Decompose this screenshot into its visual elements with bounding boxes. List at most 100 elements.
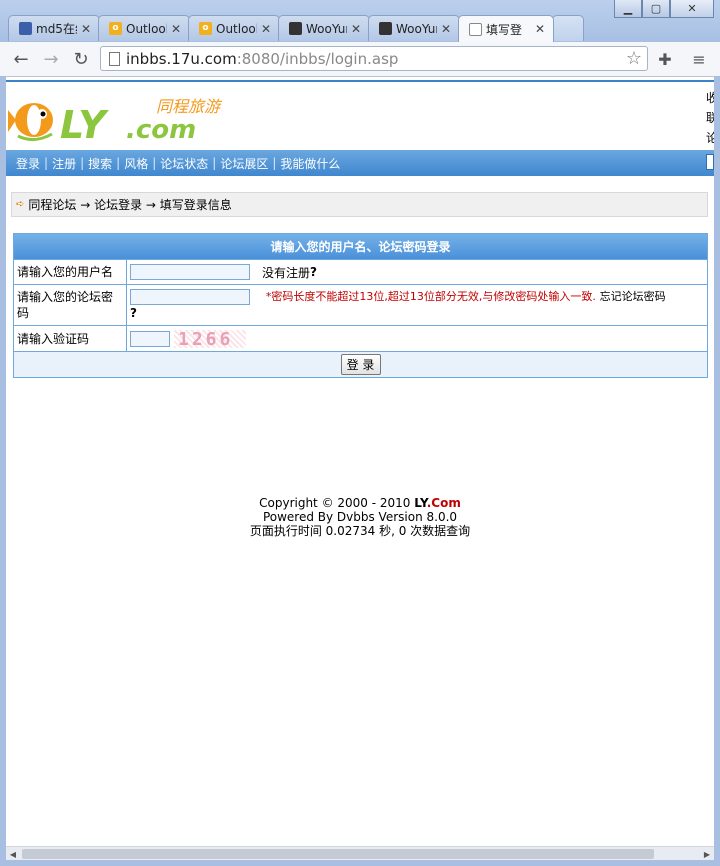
maximize-icon[interactable]: ▢: [642, 0, 670, 18]
footer-brand-ly[interactable]: LY: [414, 496, 426, 510]
minimize-icon[interactable]: ▁: [614, 0, 642, 18]
tab-outlook-1[interactable]: o Outlook ✕: [98, 15, 190, 41]
logo-com-text: .com: [126, 115, 196, 145]
tab-wooyun-1[interactable]: WooYun ✕: [278, 15, 370, 41]
login-form-title: 请输入您的用户名、论坛密码登录: [14, 234, 707, 259]
nav-search[interactable]: 搜索: [88, 155, 112, 172]
forum-nav-bar: 登录 | 注册 | 搜索 | 风格 | 论坛状态 | 论坛展区 | 我能做什么: [6, 150, 714, 176]
tab-close-icon[interactable]: ✕: [261, 22, 271, 36]
footer-brand-com[interactable]: .Com: [427, 496, 461, 510]
back-arrow-icon[interactable]: ←: [10, 48, 32, 70]
tab-login-active[interactable]: 填写登 ✕: [458, 15, 554, 42]
wooyun-icon: [379, 22, 392, 35]
tab-close-icon[interactable]: ✕: [351, 22, 361, 36]
new-tab-button[interactable]: [552, 15, 584, 41]
window-frame-right: [714, 76, 720, 866]
tab-close-icon[interactable]: ✕: [171, 22, 181, 36]
tab-close-icon[interactable]: ✕: [441, 22, 451, 36]
window-frame-bottom: [0, 860, 720, 866]
outlook-icon: o: [109, 22, 122, 35]
arrow-right-icon: ➪: [16, 199, 25, 210]
tab-close-icon[interactable]: ✕: [535, 22, 545, 36]
tab-wooyun-2[interactable]: WooYun ✕: [368, 15, 460, 41]
page-viewport: LY .com 同程旅游 收 联 论 登录 | 注册 | 搜索 | 风格 | 论…: [6, 80, 714, 850]
browser-titlebar: ▁ ▢ ✕ md5在线 ✕ o Outlook ✕ o Outlook ✕ Wo…: [0, 0, 720, 42]
breadcrumb: ➪ 同程论坛 → 论坛登录 → 填写登录信息: [11, 192, 708, 217]
browser-toolbar: ← → ↻ inbbs.17u.com:8080/inbbs/login.asp…: [0, 42, 720, 77]
captcha-input[interactable]: [130, 330, 170, 347]
logo-ly-text: LY: [60, 103, 109, 146]
horizontal-scrollbar[interactable]: ◀ ▶: [6, 846, 714, 861]
header-right-links: 收 联 论: [706, 88, 714, 148]
copyright-text: Copyright © 2000 - 2010: [259, 496, 415, 510]
nav-separator: |: [116, 156, 121, 170]
outlook-icon: o: [199, 22, 212, 35]
password-length-note: *密码长度不能超过13位,超过13位部分无效,与修改密码处输入一致.: [265, 290, 596, 303]
close-window-icon[interactable]: ✕: [670, 0, 714, 18]
execution-time-line: 页面执行时间 0.02734 秒, 0 次数据查询: [249, 524, 471, 538]
scrollbar-thumb[interactable]: [22, 849, 654, 859]
url-text[interactable]: inbbs.17u.com:8080/inbbs/login.asp: [126, 50, 398, 68]
forgot-question-mark[interactable]: ?: [130, 305, 704, 321]
tab-title: md5在线: [36, 22, 77, 36]
password-label: 请输入您的论坛密码: [14, 285, 127, 325]
wooyun-icon: [289, 22, 302, 35]
captcha-row: 请输入验证码 1266: [14, 325, 707, 351]
scroll-left-icon[interactable]: ◀: [6, 847, 20, 861]
captcha-image[interactable]: 1266: [174, 328, 246, 350]
forgot-password-link[interactable]: 忘记论坛密码: [600, 290, 666, 303]
nav-separator: |: [212, 156, 217, 170]
page-footer: Copyright © 2000 - 2010 LY.Com Powered B…: [6, 496, 714, 538]
tab-title: 填写登: [486, 22, 523, 37]
nav-separator: |: [80, 156, 85, 170]
nav-login[interactable]: 登录: [16, 155, 40, 172]
nav-help[interactable]: 我能做什么: [280, 155, 340, 172]
reload-icon[interactable]: ↻: [70, 48, 92, 70]
breadcrumb-text[interactable]: 同程论坛 → 论坛登录 → 填写登录信息: [28, 196, 231, 213]
tab-title: WooYun: [396, 21, 437, 36]
window-frame-left: [0, 76, 6, 866]
address-bar[interactable]: inbbs.17u.com:8080/inbbs/login.asp ☆: [100, 46, 648, 71]
header-link-clipped[interactable]: 论: [706, 128, 714, 148]
tab-title: Outlook: [216, 21, 257, 36]
nav-register[interactable]: 注册: [52, 155, 76, 172]
login-submit-button[interactable]: 登 录: [340, 354, 381, 375]
extension-puzzle-icon[interactable]: ✚: [654, 48, 676, 70]
header-link-clipped[interactable]: 联: [706, 108, 714, 128]
register-question-mark[interactable]: ?: [310, 265, 317, 279]
nav-separator: |: [272, 156, 277, 170]
tab-strip: md5在线 ✕ o Outlook ✕ o Outlook ✕ WooYun ✕…: [8, 15, 584, 42]
submit-row: 登 录: [14, 351, 707, 377]
password-input[interactable]: [130, 288, 250, 305]
grid-icon: [19, 22, 32, 35]
header-link-clipped[interactable]: 收: [706, 88, 714, 108]
forward-arrow-icon[interactable]: →: [40, 48, 62, 70]
captcha-code: 1266: [178, 328, 234, 350]
header-top-line: [6, 80, 714, 82]
logo-cn-text: 同程旅游: [156, 97, 223, 116]
nav-separator: |: [152, 156, 157, 170]
captcha-label: 请输入验证码: [14, 326, 127, 351]
powered-by-line[interactable]: Powered By Dvbbs Version 8.0.0: [6, 510, 714, 524]
tab-outlook-2[interactable]: o Outlook ✕: [188, 15, 280, 41]
menu-icon[interactable]: ≡: [688, 48, 710, 70]
nav-separator: |: [44, 156, 49, 170]
bookmark-star-icon[interactable]: ☆: [626, 48, 642, 69]
tab-md5[interactable]: md5在线 ✕: [8, 15, 100, 41]
nav-style[interactable]: 风格: [124, 155, 148, 172]
tab-close-icon[interactable]: ✕: [81, 22, 91, 36]
window-controls: ▁ ▢ ✕: [614, 0, 714, 20]
page-icon: [109, 51, 120, 66]
register-link[interactable]: 没有注册: [262, 264, 310, 281]
username-row: 请输入您的用户名 没有注册?: [14, 259, 707, 284]
password-row: 请输入您的论坛密码 *密码长度不能超过13位,超过13位部分无效,与修改密码处输…: [14, 284, 707, 325]
nav-forum-status[interactable]: 论坛状态: [160, 155, 208, 172]
login-form: 请输入您的用户名、论坛密码登录 请输入您的用户名 没有注册? 请输入您的论坛密码…: [13, 233, 708, 378]
nav-end-marker: [706, 154, 714, 170]
tab-title: WooYun: [306, 21, 347, 36]
username-label: 请输入您的用户名: [14, 260, 127, 284]
username-input[interactable]: [130, 264, 250, 280]
scroll-right-icon[interactable]: ▶: [700, 847, 714, 861]
nav-forum-showcase[interactable]: 论坛展区: [220, 155, 268, 172]
copyright-line: Copyright © 2000 - 2010 LY.Com: [6, 496, 714, 510]
